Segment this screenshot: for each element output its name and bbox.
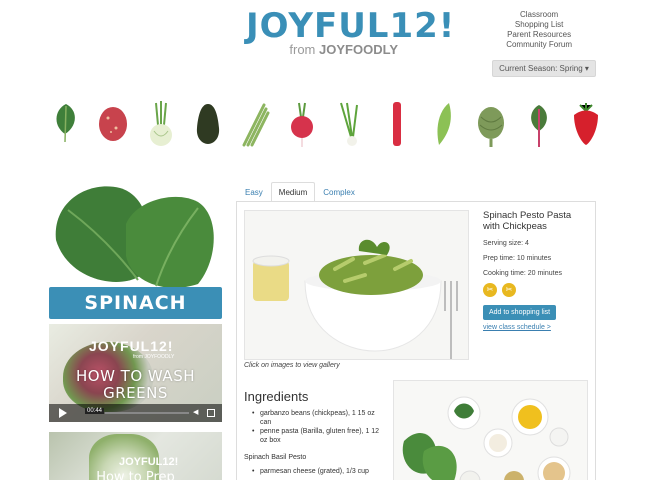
video-title: HOW TO WASH GREENS — [76, 367, 195, 402]
recipe-photo[interactable] — [244, 210, 469, 360]
asparagus-icon[interactable] — [237, 100, 273, 148]
pesto-heading: Spinach Basil Pesto — [244, 454, 307, 461]
radish-icon[interactable] — [284, 100, 320, 148]
spinach-hero-image[interactable] — [48, 180, 222, 290]
nav-parent-resources[interactable]: Parent Resources — [506, 30, 572, 40]
video-progress-bar[interactable] — [105, 412, 189, 414]
recipe-title: Spinach Pesto Pasta with Chickpeas — [483, 210, 572, 232]
rhubarb-icon[interactable] — [379, 100, 415, 148]
potato-icon[interactable] — [95, 100, 131, 148]
serving-size: Serving size: 4 — [483, 240, 529, 247]
logo-from: from — [289, 42, 316, 57]
strawberry-icon[interactable] — [568, 100, 604, 148]
ingredients-list: garbanzo beans (chickpeas), 1 15 oz can … — [252, 409, 382, 445]
difficulty-tabs: Easy Medium Complex — [237, 182, 363, 202]
add-to-shopping-list-button[interactable]: Add to shopping list — [483, 305, 557, 320]
video-wash-greens[interactable]: JOYFUL12! from JOYFOODLY HOW TO WASH GRE… — [49, 324, 222, 422]
snap-pea-icon[interactable] — [426, 100, 462, 148]
view-class-schedule-link[interactable]: view class schedule > — [483, 324, 587, 331]
green-onion-icon[interactable] — [332, 100, 368, 148]
utensil-icon: ✂ — [483, 283, 497, 297]
video-logo: JOYFUL12! — [89, 338, 174, 354]
video-logo-sub: from JOYFOODLY — [133, 354, 175, 360]
spinach-icon[interactable] — [48, 100, 84, 148]
fullscreen-icon[interactable] — [207, 409, 215, 417]
list-item: penne pasta (Barilla, gluten free), 1 12… — [252, 427, 382, 445]
pesto-ingredients-list: parmesan cheese (grated), 1/3 cup — [252, 468, 392, 475]
list-item: parmesan cheese (grated), 1/3 cup — [252, 468, 392, 475]
nav-classroom[interactable]: Classroom — [506, 10, 572, 20]
video-controls: 00:44 ◀ — [49, 404, 222, 422]
list-item: garbanzo beans (chickpeas), 1 15 oz can — [252, 409, 382, 427]
fennel-icon[interactable] — [143, 100, 179, 148]
produce-strip — [48, 98, 604, 150]
recipe-badges: ✂ ✂ — [483, 283, 587, 297]
nav-community-forum[interactable]: Community Forum — [506, 40, 572, 50]
avocado-icon[interactable] — [190, 100, 226, 148]
video-time: 00:44 — [85, 408, 105, 414]
ingredients-photo[interactable] — [393, 380, 588, 480]
video-how-to-prep[interactable]: JOYFUL12! How to Prep — [49, 432, 222, 480]
tab-medium[interactable]: Medium — [270, 182, 316, 202]
tab-easy[interactable]: Easy — [237, 182, 271, 202]
logo-title: JOYFUL12! — [246, 6, 456, 46]
play-icon[interactable] — [59, 408, 67, 418]
vegetable-name-banner: SPINACH — [49, 287, 222, 319]
video2-title: How to Prep — [96, 470, 175, 480]
site-logo[interactable]: JOYFUL12! from JOYFOODLY — [246, 6, 456, 66]
artichoke-icon[interactable] — [473, 100, 509, 148]
video2-logo: JOYFUL12! — [119, 456, 179, 468]
volume-icon[interactable]: ◀ — [193, 409, 201, 417]
logo-brand: JOYFOODLY — [319, 42, 398, 57]
chard-icon[interactable] — [521, 100, 557, 148]
top-nav: Classroom Shopping List Parent Resources… — [506, 10, 572, 50]
ingredients-heading: Ingredients — [244, 389, 309, 404]
prep-time: Prep time: 10 minutes — [483, 255, 552, 262]
cooking-time: Cooking time: 20 minutes — [483, 270, 562, 277]
recipe-info: Spinach Pesto Pasta with Chickpeas Servi… — [483, 210, 587, 331]
nav-shopping-list[interactable]: Shopping List — [506, 20, 572, 30]
season-dropdown[interactable]: Current Season: Spring ▾ — [492, 60, 596, 77]
tab-complex[interactable]: Complex — [315, 182, 363, 202]
gallery-caption: Click on images to view gallery — [244, 362, 340, 369]
knife-icon: ✂ — [502, 283, 516, 297]
